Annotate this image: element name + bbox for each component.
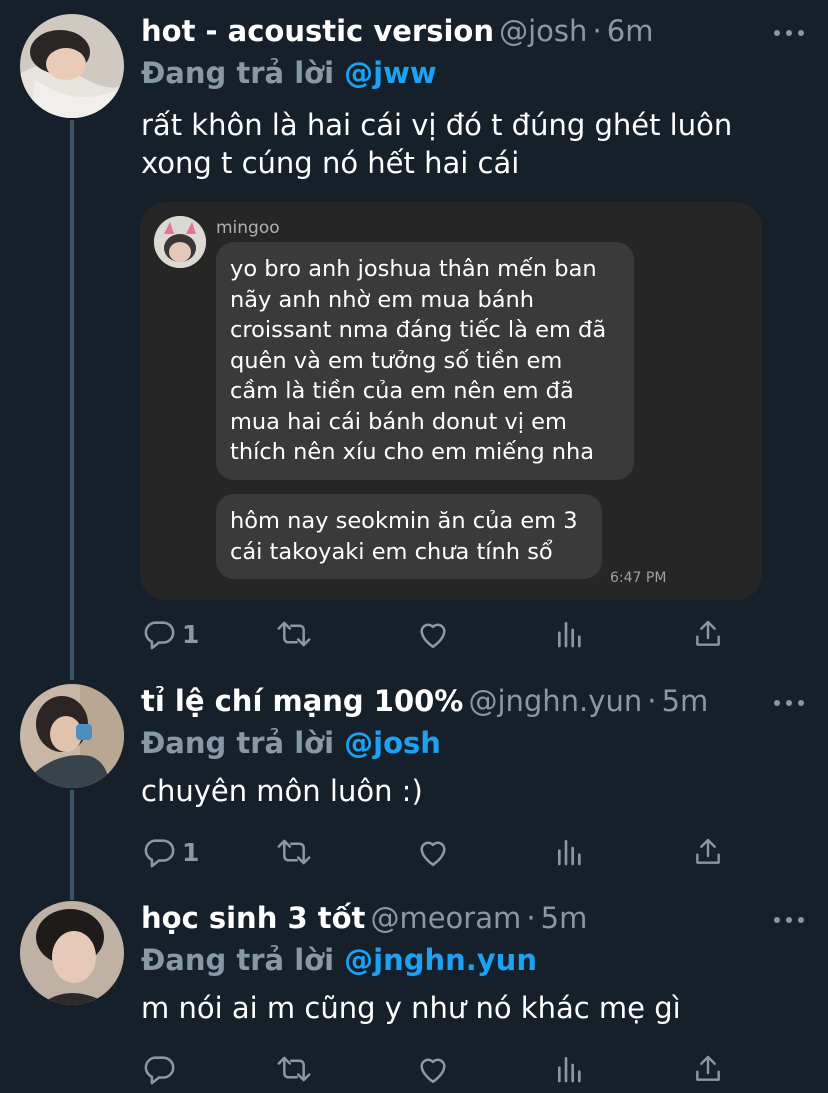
reply-icon [144, 839, 175, 868]
tweet-text: chuyên môn luôn :) [141, 774, 423, 808]
replying-to: Đang trả lời @jnghn.yun [141, 941, 804, 983]
tweet-text: m nói ai m cũng y như nó khác mẹ gì [141, 991, 681, 1025]
reply-icon [144, 1056, 175, 1085]
like-icon [420, 841, 446, 867]
like-button[interactable] [416, 832, 450, 872]
retweet-button[interactable] [276, 832, 312, 872]
share-icon [696, 620, 720, 646]
chat-message: yo bro anh joshua thân mến ban nãy anh n… [216, 242, 634, 480]
reply-icon [144, 621, 175, 650]
reply-button[interactable] [142, 1049, 182, 1089]
chat-timestamp: 6:47 PM [610, 570, 667, 586]
display-name[interactable]: hot - acoustic version [141, 14, 494, 48]
analytics-icon [558, 1057, 581, 1083]
tweet-text: rất khôn là hai cái vị đó t đúng ghét lu… [141, 108, 733, 180]
share-icon [696, 1055, 720, 1081]
share-button[interactable] [692, 614, 724, 654]
retweet-icon [277, 1056, 311, 1082]
like-button[interactable] [416, 1049, 450, 1089]
thread-line [70, 120, 74, 680]
display-name[interactable]: học sinh 3 tốt [141, 901, 365, 935]
analytics-button[interactable] [554, 832, 586, 872]
reply-count: 1 [182, 619, 200, 649]
separator-dot: · [647, 684, 657, 718]
tweet-actions: 1 [142, 832, 732, 872]
tweet-header: tỉ lệ chí mạng 100% @jnghn.yun · 5m [141, 684, 804, 724]
mention-link[interactable]: @jnghn.yun [344, 943, 537, 977]
tweet-actions [142, 1049, 732, 1089]
more-icon[interactable] [774, 913, 804, 927]
more-icon[interactable] [774, 26, 804, 40]
tweet-actions: 1 [142, 614, 732, 654]
like-icon [420, 623, 446, 649]
share-icon [696, 838, 720, 864]
mention-link[interactable]: @josh [344, 726, 441, 760]
display-name[interactable]: tỉ lệ chí mạng 100% [141, 684, 463, 718]
reply-button[interactable]: 1 [142, 614, 199, 654]
chat-message: hôm nay seokmin ăn của em 3 cái takoyaki… [216, 494, 602, 579]
analytics-button[interactable] [554, 1049, 586, 1089]
retweet-button[interactable] [276, 1049, 312, 1089]
analytics-icon [558, 840, 581, 866]
analytics-icon [558, 622, 581, 648]
tweet-header: học sinh 3 tốt @meoram · 5m [141, 901, 804, 941]
separator-dot: · [526, 901, 536, 935]
like-icon [420, 1058, 446, 1084]
replying-to-label: Đang trả lời [141, 56, 335, 90]
tweet-header: hot - acoustic version @josh · 6m [141, 14, 804, 54]
thread-line [70, 790, 74, 900]
replying-to-label: Đang trả lời [141, 726, 335, 760]
replying-to: Đang trả lời @jww [141, 54, 804, 96]
user-handle[interactable]: @josh [499, 14, 587, 48]
attached-image[interactable]: mingoo yo bro anh joshua thân mến ban nã… [140, 202, 762, 600]
avatar[interactable] [20, 14, 124, 118]
user-handle[interactable]: @meoram [370, 901, 521, 935]
user-handle[interactable]: @jnghn.yun [468, 684, 642, 718]
replying-to-label: Đang trả lời [141, 943, 335, 977]
reply-button[interactable]: 1 [142, 832, 199, 872]
chat-avatar [154, 216, 206, 268]
tweet-time[interactable]: 6m [607, 14, 654, 48]
tweet-time[interactable]: 5m [662, 684, 709, 718]
separator-dot: · [592, 14, 602, 48]
like-button[interactable] [416, 614, 450, 654]
retweet-icon [277, 621, 311, 647]
avatar[interactable] [20, 901, 124, 1005]
retweet-button[interactable] [276, 614, 312, 654]
mention-link[interactable]: @jww [344, 56, 437, 90]
avatar[interactable] [20, 684, 124, 788]
analytics-button[interactable] [554, 614, 586, 654]
tweet-time[interactable]: 5m [541, 901, 588, 935]
reply-count: 1 [182, 837, 200, 867]
chat-sender-name: mingoo [216, 218, 280, 238]
replying-to: Đang trả lời @josh [141, 724, 804, 766]
share-button[interactable] [692, 832, 724, 872]
share-button[interactable] [692, 1049, 724, 1089]
more-icon[interactable] [774, 696, 804, 710]
retweet-icon [277, 839, 311, 865]
